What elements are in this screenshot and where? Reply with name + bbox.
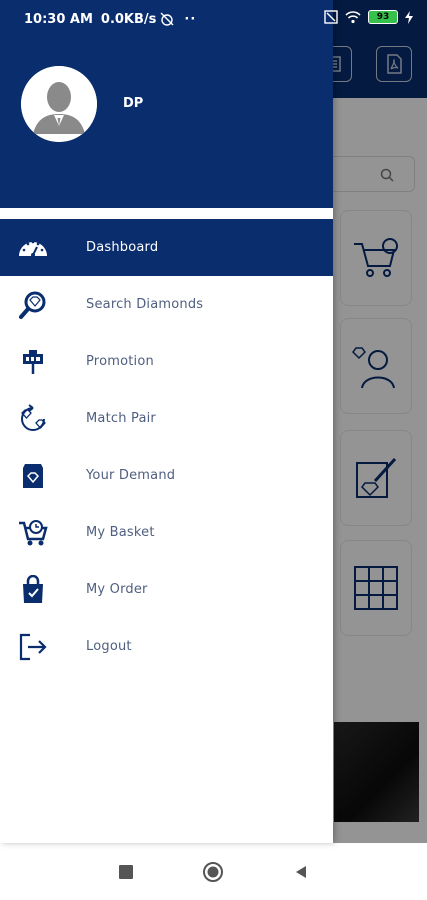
menu-item-your-demand[interactable]: Your Demand bbox=[0, 447, 333, 504]
status-time: 10:30 AM bbox=[24, 11, 93, 27]
recents-button[interactable] bbox=[115, 861, 137, 883]
user-avatar-icon bbox=[21, 66, 97, 142]
menu-item-search-diamonds[interactable]: Search Diamonds bbox=[0, 276, 333, 333]
menu-item-label: Logout bbox=[86, 639, 132, 654]
promotion-sign-icon bbox=[17, 346, 49, 378]
home-circle-icon bbox=[203, 862, 223, 882]
header-divider bbox=[0, 208, 333, 218]
square-icon bbox=[119, 865, 133, 879]
status-icons: 93 bbox=[324, 10, 413, 24]
demand-box-icon bbox=[17, 460, 49, 492]
menu-item-dashboard[interactable]: Dashboard bbox=[0, 219, 333, 276]
menu-item-label: Match Pair bbox=[86, 411, 156, 426]
back-triangle-icon bbox=[296, 866, 306, 878]
menu-item-label: Dashboard bbox=[86, 240, 159, 255]
menu-item-label: Search Diamonds bbox=[86, 297, 204, 312]
user-name: DP bbox=[123, 96, 144, 111]
menu-item-logout[interactable]: Logout bbox=[0, 618, 333, 675]
wifi-icon bbox=[345, 10, 361, 23]
battery-icon: 93 bbox=[368, 10, 398, 24]
charging-icon bbox=[405, 10, 413, 24]
basket-cart-icon bbox=[17, 517, 49, 549]
menu-item-label: Promotion bbox=[86, 354, 154, 369]
menu-item-label: My Order bbox=[86, 582, 148, 597]
menu-item-match-pair[interactable]: Match Pair bbox=[0, 390, 333, 447]
back-button[interactable] bbox=[290, 861, 312, 883]
avatar[interactable] bbox=[21, 66, 97, 142]
menu-item-promotion[interactable]: Promotion bbox=[0, 333, 333, 390]
system-nav-bar bbox=[0, 843, 427, 900]
drawer-menu: Dashboard Search Diamonds Promotion Matc… bbox=[0, 219, 333, 675]
navigation-drawer: DP Dashboard Search Diamonds Promotion M… bbox=[0, 0, 333, 843]
match-pair-icon bbox=[17, 403, 49, 435]
menu-item-my-order[interactable]: My Order bbox=[0, 561, 333, 618]
status-bar: 10:30 AM 0.0KB/s ·· bbox=[0, 0, 333, 38]
search-diamond-icon bbox=[17, 289, 49, 321]
alarm-off-icon bbox=[160, 12, 174, 26]
status-more: ·· bbox=[184, 11, 197, 27]
status-network-speed: 0.0KB/s bbox=[100, 11, 157, 27]
menu-item-my-basket[interactable]: My Basket bbox=[0, 504, 333, 561]
order-bag-icon bbox=[17, 574, 49, 606]
home-button[interactable] bbox=[202, 861, 224, 883]
sim-icon bbox=[324, 10, 338, 24]
menu-item-label: My Basket bbox=[86, 525, 155, 540]
dashboard-gauge-icon bbox=[17, 232, 49, 264]
menu-item-label: Your Demand bbox=[86, 468, 176, 483]
logout-icon bbox=[17, 631, 49, 663]
